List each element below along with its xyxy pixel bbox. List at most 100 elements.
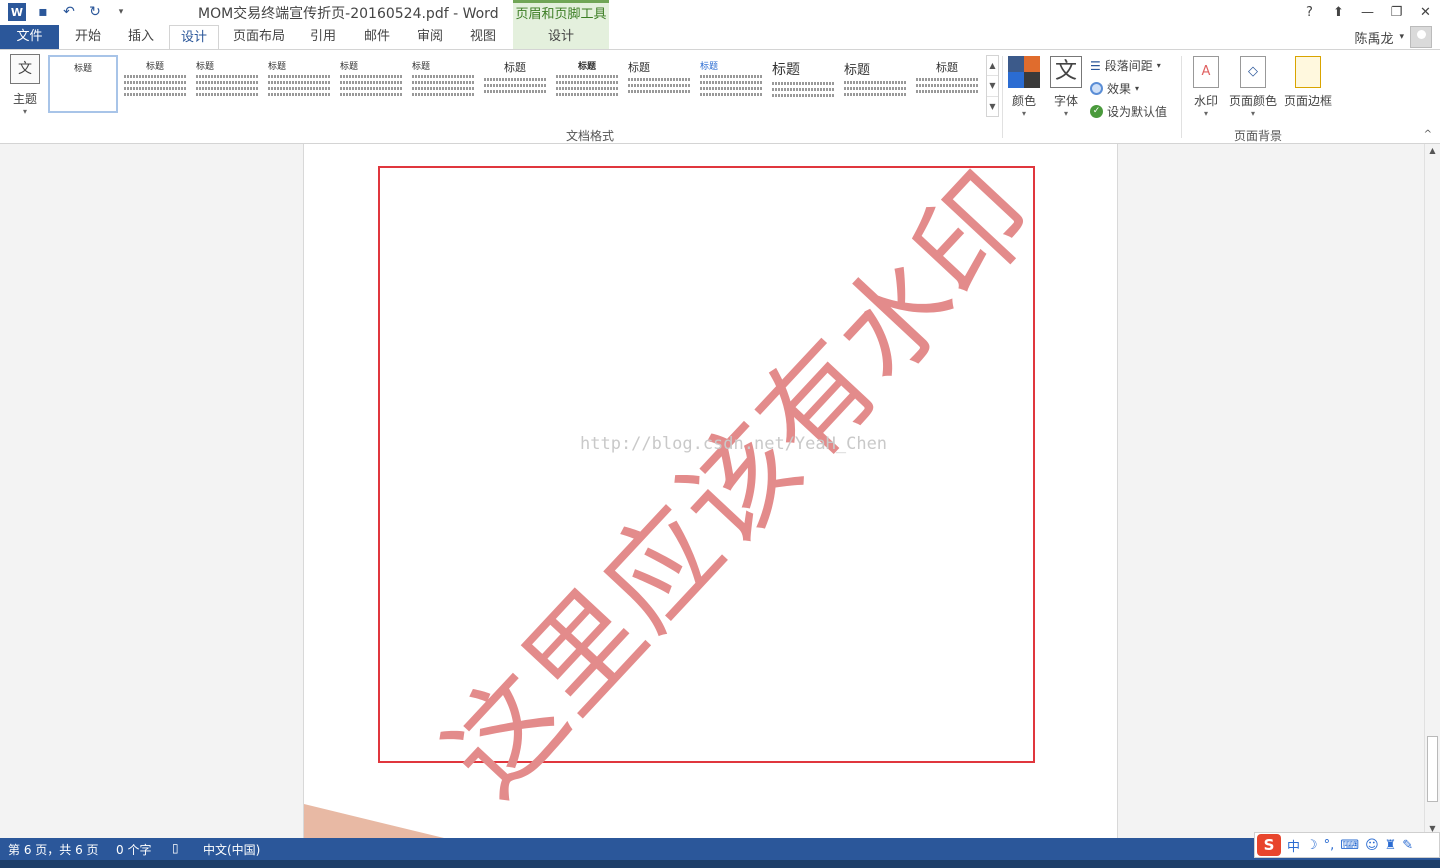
- tab-file[interactable]: 文件: [0, 25, 59, 49]
- window-controls: ? ⬆ — ❐ ✕: [1295, 0, 1440, 24]
- undo-icon[interactable]: ↶: [60, 3, 78, 21]
- ribbon: 文 主题 ▾ 标题 标题 标题 标题 标题 标题 标题 标题 标题 标题 标题 …: [0, 49, 1440, 144]
- document-page[interactable]: 这里应该有水印 http://blog.csdn.net/YeaH_Chen: [303, 144, 1118, 838]
- ribbon-separator: [1002, 56, 1003, 138]
- proofing-icon[interactable]: ▯: [172, 841, 179, 855]
- redo-icon[interactable]: ↻: [86, 3, 104, 21]
- page-count[interactable]: 第 6 页，共 6 页: [8, 841, 99, 858]
- overlay-url: http://blog.csdn.net/YeaH_Chen: [580, 434, 888, 454]
- tab-references[interactable]: 引用: [300, 25, 346, 49]
- style-set-item[interactable]: 标题: [408, 55, 478, 113]
- style-set-item[interactable]: 标题: [624, 55, 694, 113]
- save-icon[interactable]: ▪: [34, 3, 52, 21]
- themes-icon: 文: [10, 54, 40, 84]
- ribbon-display-button[interactable]: ⬆: [1324, 0, 1353, 24]
- gallery-more-icon[interactable]: ▼: [987, 97, 998, 116]
- style-set-gallery: 标题 标题 标题 标题 标题 标题 标题 标题 标题 标题 标题 标题 标题: [46, 55, 986, 117]
- sogou-logo-icon[interactable]: S: [1257, 834, 1281, 856]
- style-set-item[interactable]: 标题: [840, 55, 910, 113]
- fonts-button[interactable]: 文 字体 ▾: [1048, 56, 1084, 118]
- page-borders-label: 页面边框: [1283, 94, 1332, 108]
- tab-home[interactable]: 开始: [64, 25, 112, 49]
- checkmark-icon: ✓: [1090, 105, 1103, 118]
- keyboard-icon[interactable]: ⌨: [1340, 838, 1359, 853]
- header-footer-tools-title: 页眉和页脚工具: [515, 7, 607, 22]
- themes-caret-icon: ▾: [22, 107, 27, 116]
- style-set-item[interactable]: 标题: [264, 55, 334, 113]
- ribbon-separator: [1181, 56, 1182, 138]
- document-formatting-group-label: 文档格式: [566, 129, 615, 143]
- tab-view[interactable]: 视图: [460, 25, 506, 49]
- watermark-icon: A: [1193, 56, 1219, 88]
- palette-icon: [1008, 56, 1040, 88]
- page-color-caret-icon: ▾: [1250, 109, 1255, 118]
- style-set-item[interactable]: 标题: [192, 55, 262, 113]
- gallery-scroll: ▲ ▼ ▼: [986, 55, 999, 117]
- effects-label: 效果: [1107, 82, 1132, 96]
- shirt-icon[interactable]: ♜: [1385, 838, 1397, 853]
- document-workspace: 这里应该有水印 http://blog.csdn.net/YeaH_Chen: [0, 144, 1424, 838]
- user-account[interactable]: 陈禹龙 ▾: [1354, 25, 1432, 49]
- page-color-label: 页面颜色: [1228, 94, 1277, 108]
- themes-button[interactable]: 文 主题 ▾: [6, 54, 44, 122]
- watermark-button[interactable]: A 水印 ▾: [1188, 56, 1224, 118]
- paragraph-spacing-label: 段落间距: [1104, 59, 1153, 73]
- watermark-caret-icon: ▾: [1203, 109, 1208, 118]
- page-color-button[interactable]: ◇ 页面颜色 ▾: [1226, 56, 1280, 118]
- paragraph-spacing-icon: ☰: [1090, 58, 1101, 73]
- fonts-caret-icon: ▾: [1063, 109, 1068, 118]
- word-count[interactable]: 0 个字: [116, 841, 151, 858]
- scroll-up-icon[interactable]: ▲: [1425, 146, 1440, 158]
- themes-label: 主题: [12, 92, 37, 106]
- scroll-thumb[interactable]: [1427, 736, 1438, 802]
- maximize-button[interactable]: ❐: [1382, 0, 1411, 24]
- tab-insert[interactable]: 插入: [118, 25, 164, 49]
- colors-button[interactable]: 颜色 ▾: [1006, 56, 1042, 118]
- language-indicator[interactable]: 中文(中国): [203, 841, 260, 858]
- tab-header-footer-design[interactable]: 设计: [513, 25, 609, 49]
- punctuation-icon[interactable]: °,: [1324, 838, 1335, 853]
- moon-icon[interactable]: ☽: [1306, 838, 1318, 853]
- tab-design[interactable]: 设计: [169, 25, 219, 50]
- effects-button[interactable]: 效果 ▾: [1090, 80, 1139, 97]
- style-set-item[interactable]: 标题: [696, 55, 766, 113]
- style-set-item[interactable]: 标题: [336, 55, 406, 113]
- gallery-up-icon[interactable]: ▲: [987, 56, 998, 77]
- user-icon[interactable]: ☺: [1365, 838, 1379, 853]
- fonts-icon: 文: [1050, 56, 1082, 88]
- ribbon-tabs: 文件 开始 插入 设计 页面布局 引用 邮件 审阅 视图 设计: [0, 25, 1440, 50]
- tab-mailings[interactable]: 邮件: [354, 25, 400, 49]
- avatar: [1410, 26, 1432, 48]
- taskbar: [0, 860, 1440, 868]
- word-app-icon[interactable]: W: [8, 3, 26, 21]
- document-title: MOM交易终端宣传折页-20160524.pdf - Word: [198, 6, 499, 22]
- ime-toolbar: S 中 ☽ °, ⌨ ☺ ♜ ✎: [1254, 832, 1440, 858]
- style-set-item[interactable]: 标题: [552, 55, 622, 113]
- tab-review[interactable]: 审阅: [407, 25, 453, 49]
- style-set-item[interactable]: 标题: [912, 55, 982, 113]
- ime-mode[interactable]: 中: [1287, 836, 1300, 855]
- style-set-item[interactable]: 标题: [48, 55, 118, 113]
- close-button[interactable]: ✕: [1411, 0, 1440, 24]
- quick-access-toolbar: W ▪ ↶ ↻ ▾: [8, 2, 130, 22]
- tab-page-layout[interactable]: 页面布局: [226, 25, 292, 49]
- page-background-group-label: 页面背景: [1234, 129, 1283, 143]
- set-default-label: 设为默认值: [1107, 105, 1168, 119]
- paragraph-spacing-button[interactable]: ☰ 段落间距 ▾: [1090, 57, 1161, 74]
- style-set-item[interactable]: 标题: [480, 55, 550, 113]
- style-set-item[interactable]: 标题: [120, 55, 190, 113]
- gallery-down-icon[interactable]: ▼: [987, 76, 998, 97]
- colors-label: 颜色: [1011, 94, 1036, 108]
- qat-customize-icon[interactable]: ▾: [112, 3, 130, 21]
- set-default-button[interactable]: ✓ 设为默认值: [1090, 103, 1167, 120]
- colors-caret-icon: ▾: [1021, 109, 1026, 118]
- wrench-icon[interactable]: ✎: [1402, 838, 1413, 853]
- vertical-scrollbar[interactable]: ▲ ▼: [1424, 144, 1440, 838]
- page-borders-button[interactable]: 页面边框: [1281, 56, 1335, 109]
- user-name: 陈禹龙: [1354, 31, 1394, 47]
- effects-icon: [1090, 82, 1103, 95]
- collapse-ribbon-icon[interactable]: ^: [1424, 129, 1432, 140]
- minimize-button[interactable]: —: [1353, 0, 1382, 24]
- style-set-item[interactable]: 标题: [768, 55, 838, 113]
- help-button[interactable]: ?: [1295, 0, 1324, 24]
